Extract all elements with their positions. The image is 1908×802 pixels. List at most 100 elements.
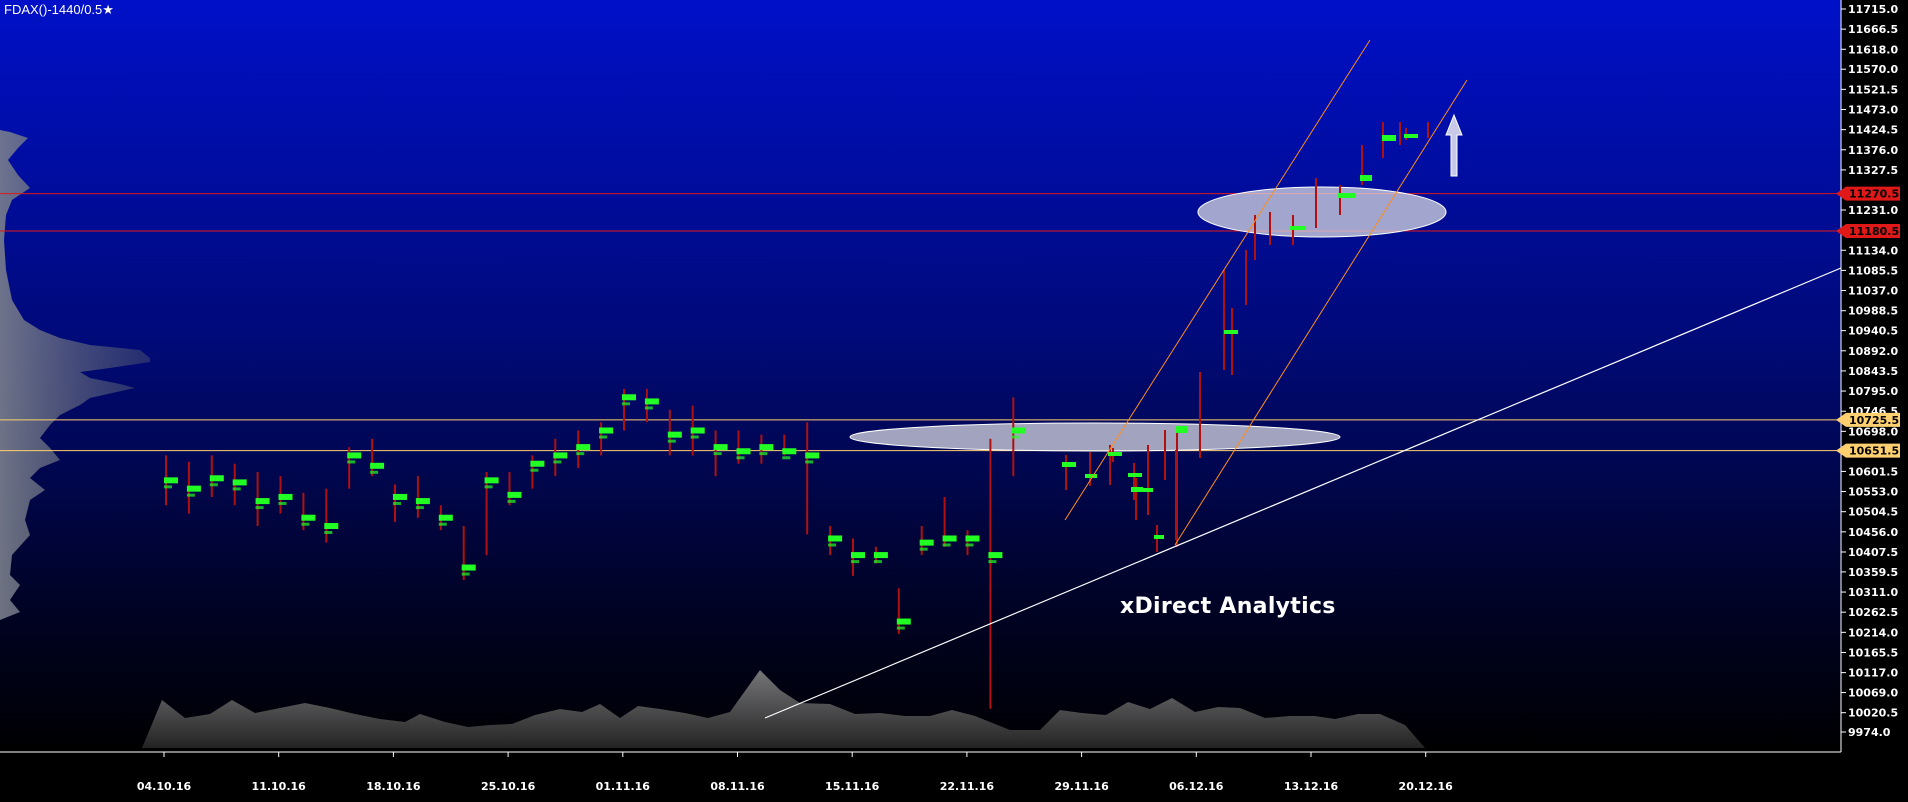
- bar-body: [896, 618, 911, 625]
- bar-body-secondary: [896, 626, 905, 630]
- bar-body: [324, 523, 339, 530]
- bar-body-secondary: [736, 456, 745, 460]
- y-tick-label: 11424.5: [1848, 124, 1898, 137]
- bar-body-secondary: [644, 406, 653, 410]
- y-tick-label: 11134.0: [1848, 244, 1898, 257]
- bar-body: [209, 475, 224, 482]
- bar-body: [415, 498, 430, 505]
- y-tick-label: 10117.0: [1848, 667, 1898, 680]
- bar-body: [851, 552, 865, 559]
- bar-body: [507, 491, 522, 498]
- bar-body-secondary: [507, 499, 516, 503]
- bar-body-secondary: [461, 572, 470, 576]
- bar-body-secondary: [255, 506, 264, 510]
- bar-body: [805, 452, 820, 459]
- bar-body-secondary: [667, 439, 676, 443]
- x-tick-label: 13.12.16: [1284, 780, 1339, 793]
- y-tick-label: 10020.5: [1848, 707, 1898, 720]
- bar-body-secondary: [186, 493, 195, 497]
- bar-body: [736, 448, 751, 455]
- bar-body: [164, 477, 178, 484]
- level-tag-label: 11180.5: [1849, 225, 1899, 238]
- y-tick-label: 11618.0: [1848, 43, 1898, 56]
- y-tick-label: 11521.5: [1848, 83, 1898, 96]
- bar-body-secondary: [759, 452, 768, 456]
- bar-body-secondary: [530, 468, 539, 472]
- bar-body: [713, 444, 728, 451]
- bar-body-secondary: [1011, 435, 1020, 439]
- bar-body: [942, 535, 957, 542]
- x-tick-label: 11.10.16: [252, 780, 307, 793]
- x-tick-label: 04.10.16: [137, 780, 192, 793]
- x-tick-label: 06.12.16: [1169, 780, 1224, 793]
- y-tick-label: 10069.0: [1848, 687, 1898, 700]
- y-tick-label: 9974.0: [1848, 726, 1891, 739]
- y-tick-label: 10553.0: [1848, 486, 1898, 499]
- y-tick-label: 10601.5: [1848, 465, 1898, 478]
- y-tick-label: 10892.0: [1848, 345, 1898, 358]
- level-tag-label: 11270.5: [1849, 188, 1899, 201]
- y-tick-label: 11231.0: [1848, 204, 1898, 217]
- y-tick-label: 11376.0: [1848, 144, 1898, 157]
- x-axis-panel: [0, 752, 1908, 802]
- bar-body-secondary: [782, 456, 791, 460]
- bar-body-secondary: [828, 543, 837, 547]
- bar-body: [759, 444, 774, 451]
- bar-body-secondary: [347, 460, 356, 464]
- y-tick-label: 10407.5: [1848, 546, 1898, 559]
- price-chart: 11715.0 11666.5 11618.0 11570.0 11521.5 11473…: [0, 0, 1908, 802]
- y-tick-label: 10262.5: [1848, 606, 1898, 619]
- bar-body: [576, 444, 591, 451]
- bar-body-secondary: [805, 460, 814, 464]
- bar-body: [301, 514, 316, 521]
- y-tick-label: 11085.5: [1848, 264, 1898, 277]
- bar-body: [461, 564, 476, 571]
- bar-body: [393, 493, 407, 500]
- y-tick-label: 10456.0: [1848, 526, 1898, 539]
- y-tick-label: 10165.5: [1848, 646, 1898, 659]
- y-tick-label: 11666.5: [1848, 23, 1898, 36]
- bar-body: [438, 514, 453, 521]
- bar-body: [667, 431, 682, 438]
- title-text: FDAX()-1440/0.5: [4, 2, 103, 17]
- bar-body: [690, 427, 705, 434]
- bar-body-secondary: [415, 506, 424, 510]
- x-tick-label: 25.10.16: [481, 780, 536, 793]
- bar-body-secondary: [988, 560, 997, 564]
- bar-body: [965, 535, 980, 542]
- watermark: xDirect Analytics: [1120, 594, 1336, 619]
- bar-body: [370, 462, 385, 469]
- bar-body-secondary: [576, 452, 585, 456]
- y-tick-label: 10843.5: [1848, 365, 1898, 378]
- bar-body: [278, 493, 293, 500]
- bar-body-secondary: [873, 560, 882, 564]
- y-tick-label: 11715.0: [1848, 3, 1898, 16]
- instrument-title: FDAX()-1440/0.5★: [4, 2, 114, 18]
- bar-body: [599, 427, 614, 434]
- bar-body-secondary: [232, 487, 241, 491]
- y-tick-label: 10795.0: [1848, 385, 1898, 398]
- bar-body-secondary: [622, 402, 630, 406]
- bar-body: [622, 394, 636, 401]
- bar-body: [484, 477, 499, 484]
- x-tick-label: 22.11.16: [940, 780, 995, 793]
- consolidation-zone-lower: [849, 422, 1341, 452]
- x-tick-label: 01.11.16: [596, 780, 651, 793]
- consolidation-zone-upper: [1197, 186, 1447, 238]
- y-tick-label: 10359.5: [1848, 566, 1898, 579]
- bar-body-secondary: [484, 485, 493, 489]
- bar-body: [186, 485, 201, 492]
- bar-body-secondary: [164, 485, 172, 489]
- y-tick-label: 11473.0: [1848, 103, 1898, 116]
- x-tick-label: 15.11.16: [825, 780, 880, 793]
- bar-body: [782, 448, 797, 455]
- y-axis-panel: [1841, 0, 1908, 802]
- level-tag-label: 10651.5: [1849, 445, 1899, 458]
- bar-body-secondary: [393, 501, 401, 505]
- y-tick-label: 11037.0: [1848, 285, 1898, 298]
- x-tick-label: 20.12.16: [1399, 780, 1454, 793]
- bar-body-secondary: [965, 543, 974, 547]
- bar-body-secondary: [919, 547, 928, 551]
- star-icon[interactable]: ★: [102, 2, 114, 17]
- y-tick-label: 10988.5: [1848, 305, 1898, 318]
